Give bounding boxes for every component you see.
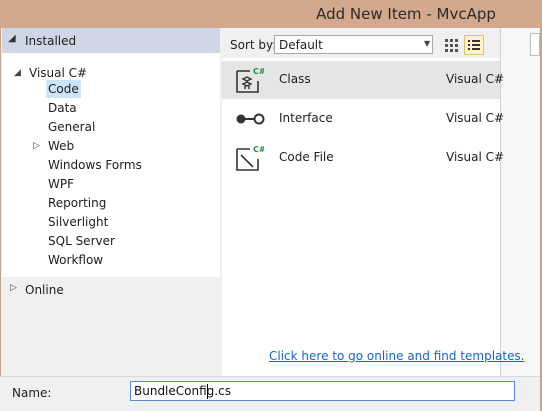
template-type: Visual C# — [446, 72, 505, 86]
list-view-button[interactable] — [464, 35, 484, 55]
expanded-triangle-icon[interactable]: ◢ — [14, 68, 21, 78]
text-caret — [207, 384, 208, 399]
details-pane — [500, 28, 540, 376]
template-name: Code File — [279, 150, 334, 164]
template-name: Interface — [279, 111, 333, 125]
template-type: Visual C# — [446, 111, 505, 125]
code-file-icon: C# — [236, 145, 264, 171]
tree-item-data[interactable]: Data — [48, 99, 77, 117]
name-label: Name: — [12, 386, 52, 400]
tree-item-online[interactable]: Online — [25, 283, 64, 297]
tree-item-windows-forms[interactable]: Windows Forms — [48, 156, 142, 174]
collapse-triangle-icon[interactable]: ◢ — [8, 33, 16, 44]
tree-item-general[interactable]: General — [48, 118, 95, 136]
title-bar[interactable]: Add New Item - MvcApp — [0, 0, 542, 28]
tree-item-web[interactable]: Web — [48, 137, 74, 155]
window-title: Add New Item - MvcApp — [316, 5, 496, 23]
tree-item-wpf[interactable]: WPF — [48, 175, 74, 193]
template-type: Visual C# — [446, 150, 505, 164]
tree-item-reporting[interactable]: Reporting — [48, 194, 106, 212]
name-input[interactable] — [130, 381, 515, 401]
installed-label: Installed — [25, 34, 77, 48]
csharp-badge: C# — [253, 145, 264, 154]
tree-item-code[interactable]: Code — [46, 80, 81, 98]
template-name: Class — [279, 72, 311, 86]
sort-by-value: Default — [279, 38, 323, 52]
list-view-icon — [468, 40, 480, 50]
small-icons-view-icon[interactable] — [442, 36, 460, 54]
collapsed-triangle-icon[interactable]: ▷ — [33, 141, 40, 151]
csharp-badge: C# — [253, 67, 264, 76]
sort-by-label: Sort by: — [230, 38, 277, 52]
tree-item-workflow[interactable]: Workflow — [48, 251, 103, 269]
tree-item-sql-server[interactable]: SQL Server — [48, 232, 115, 250]
tree-item-silverlight[interactable]: Silverlight — [48, 213, 108, 231]
window-left-border — [0, 28, 1, 411]
class-file-icon: C# — [236, 67, 264, 93]
chevron-down-icon: ▼ — [424, 39, 431, 48]
find-templates-online-link[interactable]: Click here to go online and find templat… — [269, 349, 525, 363]
search-installed-templates-input[interactable] — [530, 33, 540, 56]
collapsed-triangle-icon[interactable]: ▷ — [10, 283, 17, 293]
interface-icon — [236, 113, 265, 125]
